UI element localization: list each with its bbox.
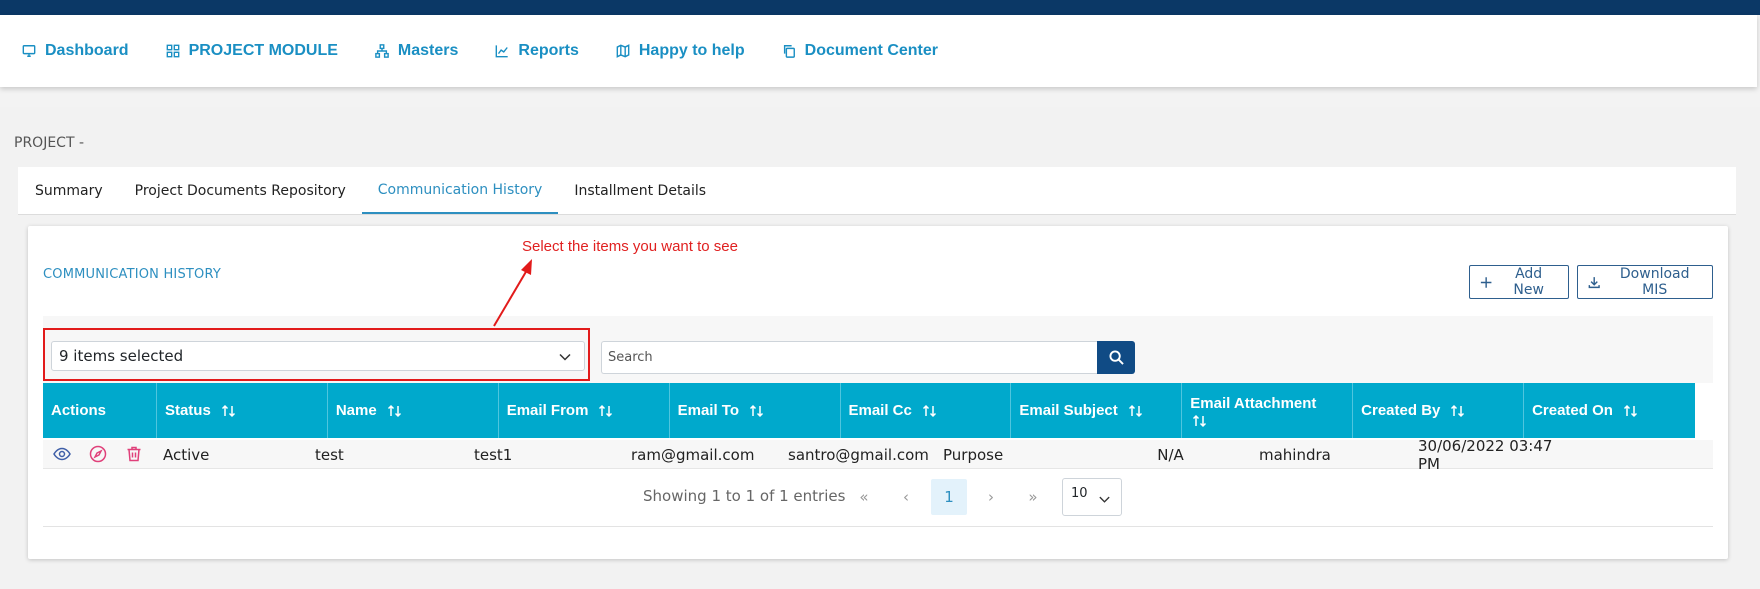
cell-email-cc: santro@gmail.com <box>788 445 929 464</box>
header-email-subject[interactable]: Email Subject <box>1011 383 1183 438</box>
nav-item-happy-to-help[interactable]: Happy to help <box>616 42 745 60</box>
sort-icon <box>922 404 936 417</box>
trash-icon[interactable] <box>125 445 143 463</box>
nav-item-masters[interactable]: Masters <box>375 42 458 60</box>
sort-icon <box>1623 404 1637 417</box>
page-size-value: 10 <box>1071 486 1088 501</box>
nav-item-label: Masters <box>397 42 459 59</box>
sort-icon <box>1128 404 1142 417</box>
first-page-button[interactable]: « <box>846 479 882 515</box>
compass-icon[interactable] <box>89 445 107 463</box>
nav-item-label: PROJECT MODULE <box>188 42 338 59</box>
header-email-from[interactable]: Email From <box>499 383 670 438</box>
map-icon <box>616 44 630 58</box>
header-status[interactable]: Status <box>157 383 328 438</box>
plus-icon <box>1480 276 1492 288</box>
nav-item-label: Reports <box>518 42 579 59</box>
nav-item-label: Happy to help <box>638 42 745 59</box>
monitor-icon <box>22 45 36 57</box>
nav-item-reports[interactable]: Reports <box>495 42 579 60</box>
header-email-attachment[interactable]: Email Attachment <box>1182 383 1354 438</box>
nav-item-project-module[interactable]: PROJECT MODULE <box>166 42 338 60</box>
sort-icon <box>221 404 235 417</box>
table-row: Active test test1 ram@gmail.com santro@g… <box>43 436 1713 473</box>
tab-project-documents-repository[interactable]: Project Documents Repository <box>119 167 362 214</box>
tab-communication-history[interactable]: Communication History <box>361 167 559 214</box>
header-created-on[interactable]: Created On <box>1524 383 1695 438</box>
download-mis-button[interactable]: Download MIS <box>1577 265 1713 299</box>
search-button[interactable] <box>1097 341 1135 374</box>
sitemap-icon <box>375 44 389 58</box>
cell-created-by: mahindra <box>1259 445 1331 464</box>
tab-bar: Summary Project Documents Repository Com… <box>18 167 1736 215</box>
copy-icon <box>783 45 795 58</box>
next-page-button[interactable]: › <box>973 479 1009 515</box>
view-eye-icon[interactable] <box>53 445 71 463</box>
last-page-button[interactable]: » <box>1015 479 1051 515</box>
pagination-info: Showing 1 to 1 of 1 entries <box>643 487 846 505</box>
add-new-label: Add New <box>1513 266 1544 298</box>
top-bar <box>0 0 1760 15</box>
cell-email-from: test1 <box>474 445 513 464</box>
sort-icon <box>599 404 613 417</box>
cell-email-subject: Purpose <box>943 445 1004 464</box>
grid-icon <box>166 44 179 58</box>
header-actions: Actions <box>43 383 157 438</box>
cell-status: Active <box>163 445 210 464</box>
page-size-select[interactable]: 10 <box>1062 478 1122 516</box>
download-mis-label: Download MIS <box>1619 266 1690 298</box>
nav-item-dashboard[interactable]: Dashboard <box>22 42 129 60</box>
header-name[interactable]: Name <box>328 383 499 438</box>
section-title: COMMUNICATION HISTORY <box>43 267 222 282</box>
sort-icon <box>1451 404 1465 417</box>
tab-summary[interactable]: Summary <box>18 167 119 214</box>
annotation-text: Select the items you want to see <box>522 238 738 255</box>
cell-email-attachment: N/A <box>1157 445 1184 464</box>
header-created-by[interactable]: Created By <box>1353 383 1525 438</box>
main-navbar: Dashboard PROJECT MODULE Masters Reports… <box>0 15 1757 87</box>
project-label: PROJECT - <box>14 135 84 151</box>
tab-installment-details[interactable]: Installment Details <box>558 167 722 214</box>
chevron-down-icon <box>1099 496 1110 503</box>
table-header-row: Actions Status Name Email From Email To … <box>43 383 1695 438</box>
search-input[interactable] <box>601 341 1098 374</box>
annotation-highlight-box <box>43 328 590 381</box>
sort-icon <box>1193 414 1207 427</box>
add-new-button[interactable]: Add New <box>1469 265 1569 299</box>
header-email-cc[interactable]: Email Cc <box>841 383 1012 438</box>
divider <box>43 526 1713 527</box>
sort-icon <box>749 404 764 417</box>
nav-item-document-center[interactable]: Document Center <box>782 42 938 60</box>
page-1-button[interactable]: 1 <box>931 479 967 515</box>
row-actions <box>43 440 157 468</box>
nav-item-label: Document Center <box>804 42 938 59</box>
header-email-to[interactable]: Email To <box>670 383 841 438</box>
chart-line-icon <box>496 45 509 58</box>
download-icon <box>1588 276 1600 288</box>
sort-icon <box>387 404 401 417</box>
cell-name: test <box>315 445 344 464</box>
cell-email-to: ram@gmail.com <box>631 445 755 464</box>
cell-created-on: 30/06/2022 03:47 PM <box>1418 436 1553 473</box>
nav-item-label: Dashboard <box>45 42 129 59</box>
prev-page-button[interactable]: ‹ <box>888 479 924 515</box>
search-icon <box>1108 350 1124 365</box>
